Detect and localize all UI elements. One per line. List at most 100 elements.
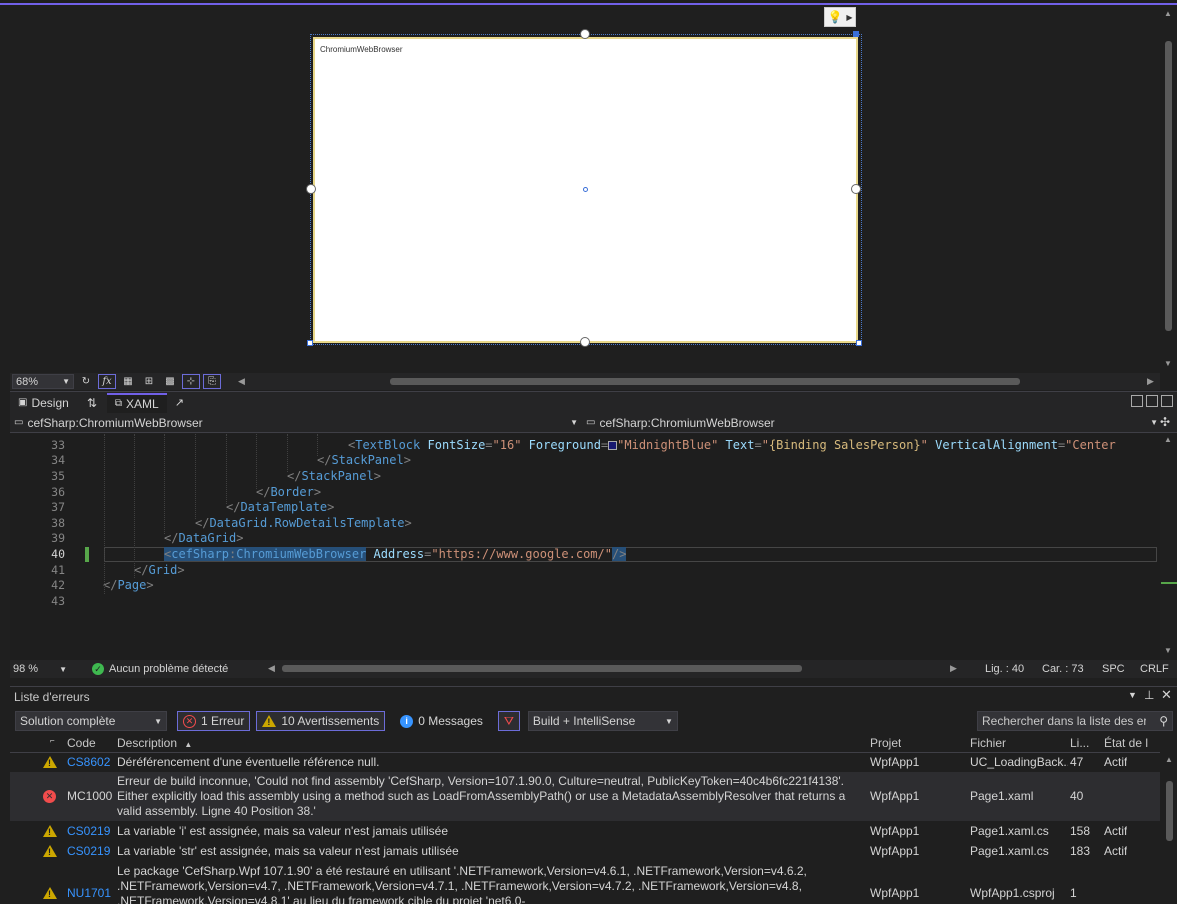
error-state: Actif (1104, 824, 1128, 838)
header-line[interactable]: Li... (1070, 736, 1089, 750)
popout-xaml-button[interactable]: ↗ (167, 393, 192, 413)
scroll-up-icon[interactable]: ▲ (1164, 435, 1172, 444)
error-row[interactable]: ! CS8602 Déréférencement d'une éventuell… (10, 754, 1160, 771)
error-list-scrollbar[interactable]: ▲ (1161, 753, 1177, 903)
messages-filter-button[interactable]: i 0 Messages (395, 711, 488, 731)
tab-design[interactable]: ▣ Design (10, 393, 77, 413)
pin-icon[interactable]: ⊥ (1144, 688, 1154, 702)
tab-xaml[interactable]: ⧉ XAML (106, 392, 167, 413)
header-state[interactable]: État de l (1104, 736, 1148, 750)
header-filter-icon[interactable]: ⌐ (50, 736, 55, 745)
panel-menu-icon[interactable]: ▼ (1128, 690, 1137, 700)
scroll-left-icon[interactable]: ◀ (268, 663, 275, 674)
error-description: La variable 'str' est assignée, mais sa … (117, 844, 459, 858)
split-editor-icon[interactable]: ✣ (1160, 415, 1170, 429)
designer-surface[interactable]: 💡 ▶ ChromiumWebBrowser (10, 7, 1160, 373)
warnings-count: 10 Avertissements (281, 714, 380, 728)
scroll-up-icon[interactable]: ▲ (1164, 9, 1172, 18)
scroll-right-icon[interactable]: ▶ (1147, 376, 1154, 387)
scroll-down-icon[interactable]: ▼ (1164, 646, 1172, 655)
resize-handle-top-left[interactable] (307, 340, 313, 346)
element-selector-right[interactable]: ▭ cefSharp:ChromiumWebBrowser ▼ (582, 414, 1162, 432)
error-row-selected[interactable]: ✕ MC1000 Erreur de build inconnue, 'Coul… (10, 772, 1160, 821)
snap-grid-icon: ⊞ (144, 376, 154, 387)
filter-button[interactable]: ⛛ (497, 711, 520, 731)
resize-handle-top-right[interactable] (853, 31, 859, 37)
element-selector-left[interactable]: ▭ cefSharp:ChromiumWebBrowser ▼ (10, 414, 582, 432)
line-ending-indicator[interactable]: CRLF (1140, 663, 1169, 675)
error-list-title: Liste d'erreurs (14, 690, 90, 704)
close-icon[interactable]: ✕ (1161, 687, 1172, 703)
column-indicator[interactable]: Car. : 73 (1042, 663, 1084, 675)
chromium-browser-preview[interactable]: ChromiumWebBrowser (313, 37, 858, 343)
scroll-down-icon[interactable]: ▼ (1164, 359, 1172, 368)
warnings-filter-button[interactable]: ! 10 Avertissements (256, 711, 386, 731)
error-description: Erreur de build inconnue, 'Could not fin… (117, 774, 846, 818)
scroll-right-icon[interactable]: ▶ (950, 663, 957, 674)
project-code-button[interactable]: ⎘ (203, 374, 221, 389)
header-project[interactable]: Projet (870, 736, 901, 750)
scrollbar-thumb[interactable] (1165, 41, 1172, 331)
code-line: 43 (10, 593, 1160, 609)
error-row[interactable]: ! CS0219 La variable 'str' est assignée,… (10, 842, 1160, 860)
error-code[interactable]: NU1701 (67, 886, 111, 900)
quick-actions-button[interactable]: 💡 ▶ (824, 7, 856, 27)
line-number: 33 (51, 437, 65, 452)
xaml-code-editor[interactable]: 33 <TextBlock FontSize="16" Foreground= "… (10, 434, 1160, 660)
split-horizontal-button[interactable] (1146, 395, 1158, 407)
split-vertical-button[interactable] (1131, 395, 1143, 407)
artboard-background-button[interactable]: ▩ (161, 374, 179, 389)
header-description-cell[interactable]: Description ▲ (117, 736, 192, 750)
warning-icon: ! (43, 825, 57, 837)
search-icon[interactable]: ⚲ (1159, 714, 1168, 728)
editor-zoom-select[interactable]: 98 % ▼ (10, 661, 70, 677)
resize-handle-bottom-right[interactable] (856, 340, 862, 346)
editor-vertical-scrollbar[interactable]: ▲ ▼ (1161, 434, 1177, 660)
snap-gridlines-button[interactable]: ⊞ (140, 374, 158, 389)
anchor-left-icon[interactable] (306, 184, 316, 194)
line-number: 41 (51, 562, 65, 577)
chevron-right-icon: ▶ (846, 12, 853, 22)
refresh-button[interactable]: ↻ (77, 374, 95, 389)
collapse-pane-button[interactable] (1161, 395, 1173, 407)
line-indicator[interactable]: Lig. : 40 (985, 663, 1024, 675)
scroll-up-icon[interactable]: ▲ (1165, 755, 1173, 764)
errors-filter-button[interactable]: ✕ 1 Erreur (177, 711, 251, 731)
scroll-left-icon[interactable]: ◀ (238, 376, 245, 387)
build-source-select[interactable]: Build + IntelliSense ▼ (527, 711, 678, 731)
line-number: 36 (51, 484, 65, 499)
snap-lines-button[interactable]: ⊹ (182, 374, 200, 389)
effects-toggle-button[interactable]: fx (98, 374, 116, 389)
error-row[interactable]: ! NU1701 Le package 'CefSharp.Wpf 107.1.… (10, 862, 1160, 904)
scrollbar-thumb[interactable] (1166, 781, 1173, 841)
issues-status[interactable]: Aucun problème détecté (109, 663, 228, 675)
designer-horizontal-scrollbar[interactable] (250, 376, 1155, 387)
error-line: 47 (1070, 755, 1084, 769)
error-code[interactable]: CS8602 (67, 755, 110, 769)
anchor-right-icon[interactable] (851, 184, 861, 194)
center-handle[interactable] (583, 187, 588, 192)
anchor-bottom-icon[interactable] (580, 337, 590, 347)
warning-icon: ! (43, 756, 57, 768)
scope-select[interactable]: Solution complète ▼ (15, 711, 167, 731)
grid-toggle-button[interactable]: ▦ (119, 374, 137, 389)
error-code[interactable]: MC1000 (67, 789, 112, 803)
element-icon: ▭ (14, 417, 24, 428)
error-code[interactable]: CS0219 (67, 824, 110, 838)
window-top-accent (0, 0, 1177, 5)
whitespace-indicator[interactable]: SPC (1102, 663, 1125, 675)
error-row[interactable]: ! CS0219 La variable 'i' est assignée, m… (10, 822, 1160, 840)
editor-horizontal-scrollbar[interactable] (282, 665, 802, 672)
error-code[interactable]: CS0219 (67, 844, 110, 858)
anchor-top-icon[interactable] (580, 29, 590, 39)
header-code[interactable]: Code (67, 736, 96, 750)
filter-icon: ⛛ (503, 713, 514, 728)
swap-panes-button[interactable]: ⇅ (77, 393, 107, 413)
line-number: 40 (51, 546, 65, 561)
header-file[interactable]: Fichier (970, 736, 1006, 750)
error-search-input[interactable]: Rechercher dans la liste des err ⚲ (977, 711, 1173, 731)
zoom-select[interactable]: 68% ▼ (12, 374, 74, 389)
scrollbar-thumb[interactable] (390, 378, 1020, 385)
error-file: Page1.xaml (970, 789, 1034, 803)
designer-vertical-scrollbar[interactable]: ▲ ▼ (1161, 7, 1177, 373)
